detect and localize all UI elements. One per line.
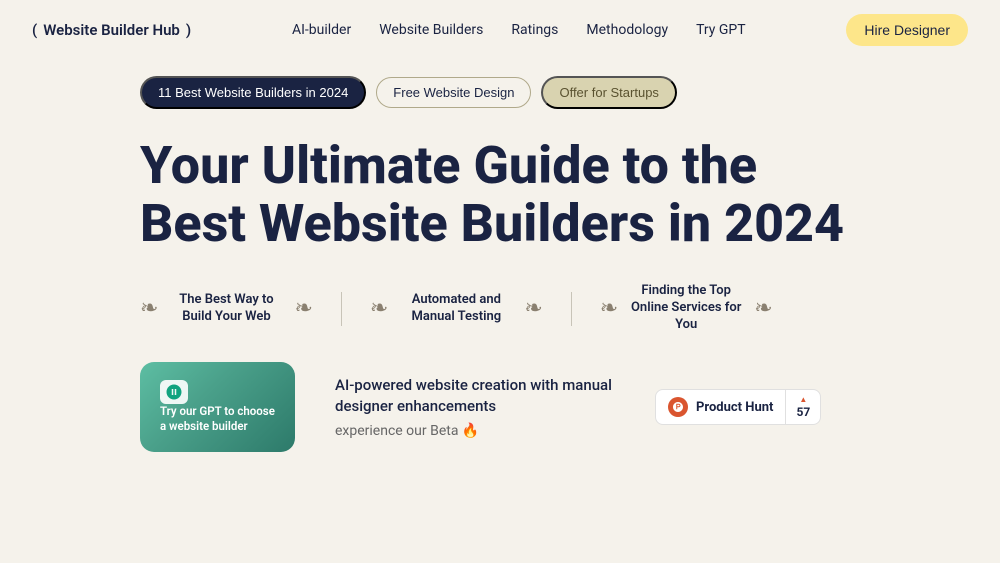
hire-designer-button[interactable]: Hire Designer xyxy=(846,14,968,46)
logo-text: Website Builder Hub xyxy=(43,21,180,39)
ph-label: Product Hunt xyxy=(696,400,773,415)
page-title: Your Ultimate Guide to the Best Website … xyxy=(140,137,860,253)
nav-item-methodology[interactable]: Methodology xyxy=(586,22,668,38)
laurel-right-2-icon: ❧ xyxy=(524,298,542,320)
laurel-left-icon: ❧ xyxy=(140,298,158,320)
nav-item-website-builders[interactable]: Website Builders xyxy=(379,22,483,38)
badge-text-3: Finding the Top Online Services for You xyxy=(626,283,746,334)
product-hunt-badge[interactable]: Product Hunt ▲ 57 xyxy=(655,389,821,425)
main-nav: AI-builder Website Builders Ratings Meth… xyxy=(292,22,746,38)
pills-row: 11 Best Website Builders in 2024 Free We… xyxy=(140,76,860,109)
ph-logo-icon xyxy=(668,397,688,417)
logo-bracket-right: ) xyxy=(186,21,191,39)
nav-item-try-gpt[interactable]: Try GPT xyxy=(696,22,746,38)
pill-website-builders[interactable]: 11 Best Website Builders in 2024 xyxy=(140,76,366,109)
ph-left-section: Product Hunt xyxy=(656,390,785,424)
description-main: AI-powered website creation with manual … xyxy=(335,375,615,417)
badges-row: ❧ The Best Way to Build Your Web ❧ ❧ Aut… xyxy=(140,283,860,334)
laurel-right-icon: ❧ xyxy=(294,298,312,320)
badge-best-way: ❧ The Best Way to Build Your Web ❧ xyxy=(140,292,342,326)
pill-free-design[interactable]: Free Website Design xyxy=(376,77,531,108)
ph-arrow-icon: ▲ xyxy=(799,395,807,404)
ph-number: 57 xyxy=(796,405,810,419)
description-block: AI-powered website creation with manual … xyxy=(335,375,615,439)
nav-item-ai-builder[interactable]: AI-builder xyxy=(292,22,351,38)
gpt-icon xyxy=(160,380,188,404)
logo-bracket-left: ( xyxy=(32,21,37,39)
ph-count: ▲ 57 xyxy=(786,390,820,424)
gpt-card[interactable]: Try our GPT to choose a website builder xyxy=(140,362,295,452)
badge-testing: ❧ Automated and Manual Testing ❧ xyxy=(342,292,572,326)
fire-icon: 🔥 xyxy=(462,423,479,439)
description-sub-text: experience our Beta xyxy=(335,423,458,439)
bottom-row: Try our GPT to choose a website builder … xyxy=(140,362,860,452)
badge-text-2: Automated and Manual Testing xyxy=(396,292,516,326)
pill-offer-startups[interactable]: Offer for Startups xyxy=(541,76,676,109)
laurel-right-3-icon: ❧ xyxy=(754,298,772,320)
description-sub: experience our Beta 🔥 xyxy=(335,423,615,439)
badge-text-1: The Best Way to Build Your Web xyxy=(166,292,286,326)
laurel-left-2-icon: ❧ xyxy=(370,298,388,320)
badge-online-services: ❧ Finding the Top Online Services for Yo… xyxy=(572,283,801,334)
gpt-card-text: Try our GPT to choose a website builder xyxy=(160,404,275,434)
laurel-left-3-icon: ❧ xyxy=(600,298,618,320)
site-logo[interactable]: ( Website Builder Hub ) xyxy=(32,21,191,39)
nav-item-ratings[interactable]: Ratings xyxy=(511,22,558,38)
